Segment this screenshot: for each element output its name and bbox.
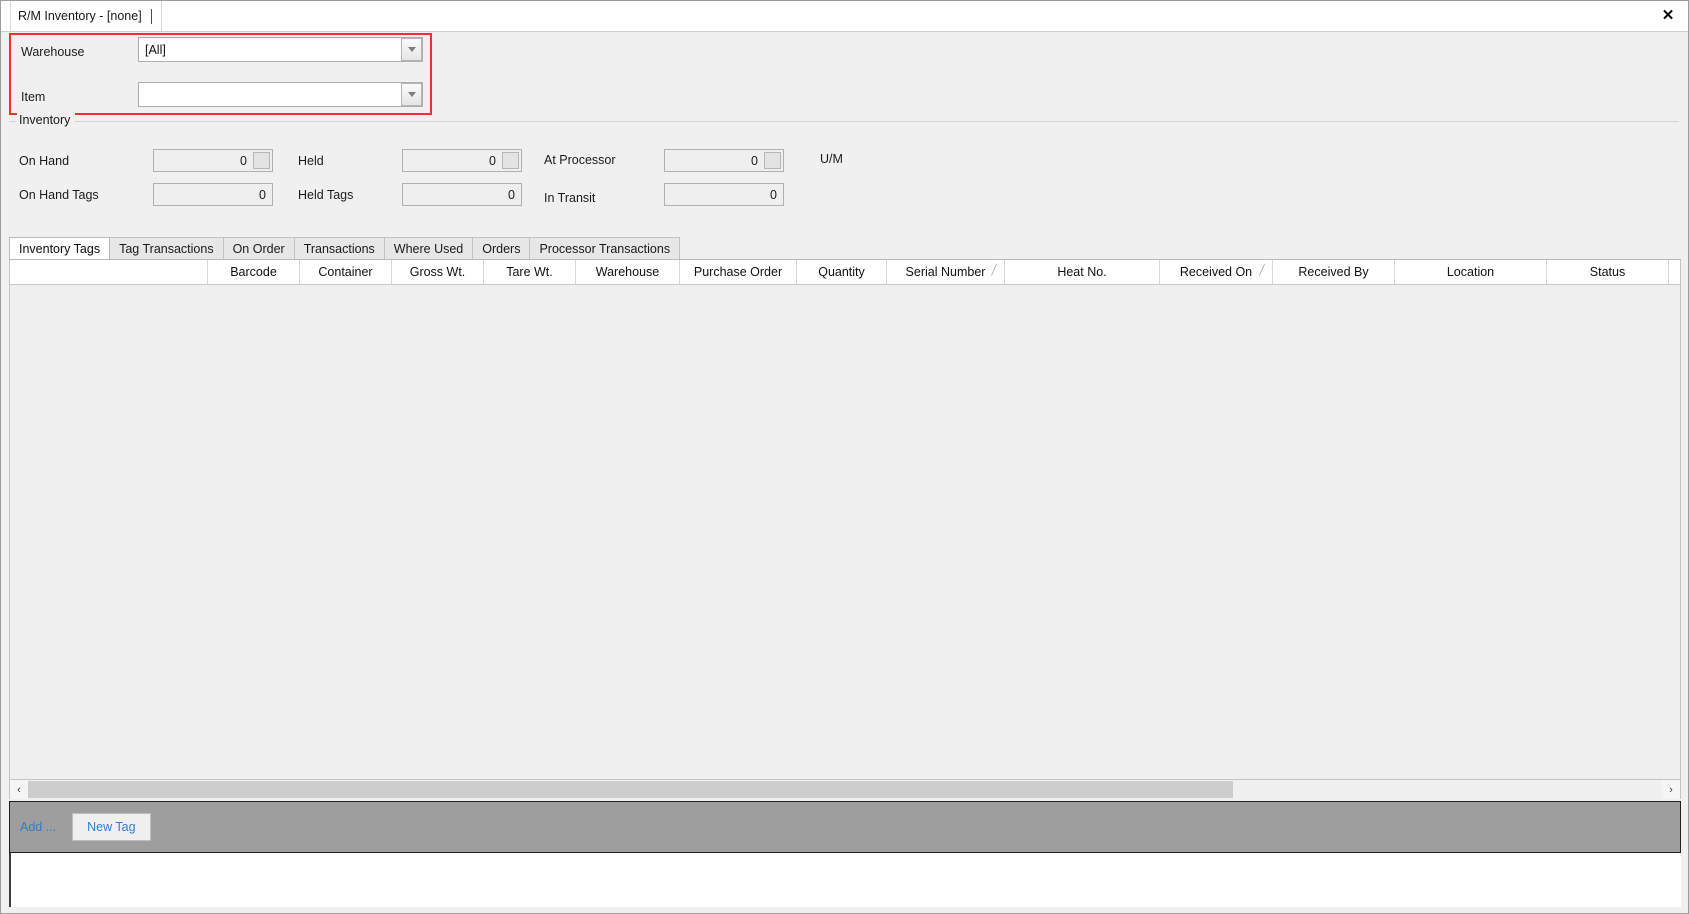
tab-label: Transactions xyxy=(303,241,375,256)
tab-label: Where Used xyxy=(393,241,464,256)
on-hand-spinner-button[interactable] xyxy=(253,152,270,169)
at-processor-spinner-button[interactable] xyxy=(764,152,781,169)
window-titlebar: R/M Inventory - [none] ✕ xyxy=(1,1,1688,32)
scroll-left-icon[interactable]: ‹ xyxy=(10,780,28,799)
grid-column-header-gross-wt[interactable]: Gross Wt. xyxy=(392,260,484,284)
document-tab-label: R/M Inventory - [none] xyxy=(18,9,142,23)
warehouse-field-row: Warehouse [All] xyxy=(11,37,430,71)
item-combobox[interactable] xyxy=(138,82,423,107)
grid-column-header-label: Status xyxy=(1589,265,1626,279)
held-tags-label: Held Tags xyxy=(298,188,354,202)
tab-orders[interactable]: Orders xyxy=(472,237,531,259)
close-icon[interactable]: ✕ xyxy=(1656,4,1680,26)
tab-inventory-tags[interactable]: Inventory Tags xyxy=(9,237,111,259)
in-transit-label: In Transit xyxy=(544,191,596,205)
on-hand-tags-label: On Hand Tags xyxy=(19,188,99,202)
on-hand-tags-value: 0 xyxy=(259,187,266,202)
tab-on-order[interactable]: On Order xyxy=(222,237,295,259)
text-caret xyxy=(150,8,152,24)
grid-column-header-received-by[interactable]: Received By xyxy=(1273,260,1395,284)
in-transit-value: 0 xyxy=(770,187,777,202)
chevron-down-icon xyxy=(407,92,416,97)
held-spinner-button[interactable] xyxy=(502,152,519,169)
grid-column-header-label: Gross Wt. xyxy=(409,265,466,279)
tab-label: Tag Transactions xyxy=(119,241,214,256)
tab-tag-transactions[interactable]: Tag Transactions xyxy=(109,237,224,259)
tab-transactions[interactable]: Transactions xyxy=(293,237,385,259)
inventory-tags-grid: Barcode Container Gross Wt. Tare Wt. Warehou… xyxy=(9,260,1681,780)
tab-where-used[interactable]: Where Used xyxy=(383,237,474,259)
on-hand-label: On Hand xyxy=(19,154,70,168)
held-label: Held xyxy=(298,154,324,168)
grid-column-header-label: Quantity xyxy=(818,265,865,279)
held-tags-value: 0 xyxy=(508,187,515,202)
document-tab-rm-inventory[interactable]: R/M Inventory - [none] xyxy=(10,1,162,31)
warehouse-combobox[interactable]: [All] xyxy=(138,37,423,62)
footer-bottom-strip xyxy=(9,853,1681,907)
grid-column-header-label: Container xyxy=(318,265,373,279)
grid-empty-area xyxy=(10,285,1680,779)
grid-column-header-received-on[interactable]: Received On ╱ xyxy=(1160,260,1273,284)
grid-column-header-barcode[interactable]: Barcode xyxy=(208,260,300,284)
sort-indicator-icon: ╱ xyxy=(991,265,997,276)
add-button[interactable]: Add ... xyxy=(20,820,56,834)
item-dropdown-button[interactable] xyxy=(401,83,422,106)
at-processor-label: At Processor xyxy=(544,153,616,167)
grid-column-header-blank[interactable] xyxy=(10,260,208,284)
inventory-group: Inventory On Hand 0 Held 0 At Processor … xyxy=(9,113,1679,224)
new-tag-button[interactable]: New Tag xyxy=(72,813,151,841)
item-field-row: Item xyxy=(11,82,430,116)
grid-horizontal-scrollbar[interactable]: ‹ › xyxy=(9,780,1681,799)
on-hand-value: 0 xyxy=(240,153,247,168)
grid-column-header-warehouse[interactable]: Warehouse xyxy=(576,260,680,284)
grid-column-header-serial-number[interactable]: Serial Number ╱ xyxy=(887,260,1005,284)
tab-label: On Order xyxy=(232,241,285,256)
grid-column-header-label: Serial Number xyxy=(905,265,986,279)
grid-column-header-label: Purchase Order xyxy=(693,265,783,279)
content-tabstrip: Inventory Tags Tag Transactions On Order Tr… xyxy=(9,237,1681,260)
grid-column-header-label: Location xyxy=(1446,265,1495,279)
chevron-down-icon xyxy=(407,47,416,52)
grid-header-row: Barcode Container Gross Wt. Tare Wt. Warehou… xyxy=(10,260,1680,285)
at-processor-value-box[interactable]: 0 xyxy=(664,149,784,172)
um-label: U/M xyxy=(820,152,843,166)
held-value: 0 xyxy=(489,153,496,168)
grid-column-header-label: Received By xyxy=(1298,265,1369,279)
held-value-box[interactable]: 0 xyxy=(402,149,522,172)
grid-column-header-label: Received On xyxy=(1179,265,1253,279)
scrollbar-track[interactable] xyxy=(28,780,1662,799)
grid-column-header-label: Tare Wt. xyxy=(506,265,553,279)
inventory-group-caption: Inventory xyxy=(17,113,76,127)
on-hand-tags-value-box[interactable]: 0 xyxy=(153,183,273,206)
grid-column-header-heat-no[interactable]: Heat No. xyxy=(1005,260,1160,284)
grid-column-header-quantity[interactable]: Quantity xyxy=(797,260,887,284)
filter-panel: Warehouse [All] Item xyxy=(9,33,432,115)
tab-label: Orders xyxy=(482,241,521,256)
scroll-right-icon[interactable]: › xyxy=(1662,780,1680,799)
grid-body[interactable] xyxy=(10,285,1680,779)
footer-toolbar: Add ... New Tag xyxy=(9,801,1681,853)
rm-inventory-window: R/M Inventory - [none] ✕ Warehouse [All]… xyxy=(0,0,1689,914)
sort-indicator-icon: ╱ xyxy=(1259,265,1265,276)
tab-label: Inventory Tags xyxy=(19,241,101,256)
held-tags-value-box[interactable]: 0 xyxy=(402,183,522,206)
item-label: Item xyxy=(21,90,46,104)
in-transit-value-box[interactable]: 0 xyxy=(664,183,784,206)
grid-column-header-status[interactable]: Status xyxy=(1547,260,1669,284)
tab-label: Processor Transactions xyxy=(539,241,671,256)
warehouse-combobox-value: [All] xyxy=(145,42,166,57)
grid-column-header-purchase-order[interactable]: Purchase Order xyxy=(680,260,797,284)
warehouse-dropdown-button[interactable] xyxy=(401,38,422,61)
grid-column-header-location[interactable]: Location xyxy=(1395,260,1547,284)
tab-processor-transactions[interactable]: Processor Transactions xyxy=(529,237,681,259)
scrollbar-thumb[interactable] xyxy=(28,781,1233,798)
at-processor-value: 0 xyxy=(751,153,758,168)
grid-column-header-label: Barcode xyxy=(230,265,277,279)
grid-column-header-tare-wt[interactable]: Tare Wt. xyxy=(484,260,576,284)
grid-column-header-label: Heat No. xyxy=(1057,265,1107,279)
grid-column-header-container[interactable]: Container xyxy=(300,260,392,284)
grid-column-header-label: Warehouse xyxy=(595,265,660,279)
warehouse-label: Warehouse xyxy=(21,45,85,59)
on-hand-value-box[interactable]: 0 xyxy=(153,149,273,172)
